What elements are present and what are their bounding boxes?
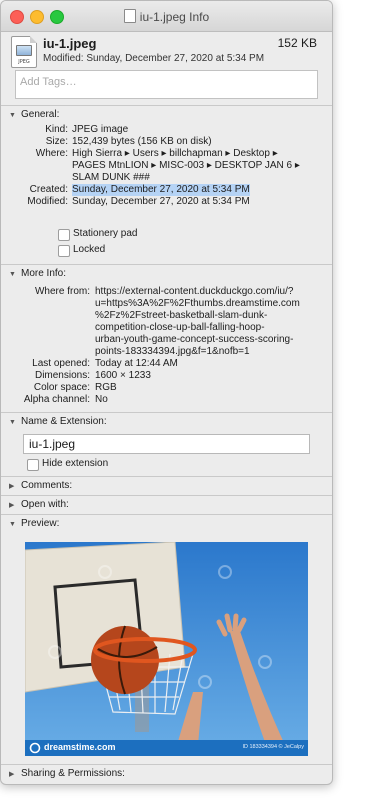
file-size: 152 KB	[277, 36, 317, 50]
preview-section: ▼ Preview:	[1, 514, 332, 533]
where-from-line: u=https%3A%2F%2Fthumbs.dreamstime.com	[95, 298, 300, 309]
locked-option[interactable]: Locked	[1, 242, 332, 258]
where-from-line: urban-youth-game-concept-success-scoring…	[95, 334, 294, 345]
dimensions-row: Dimensions: 1600 × 1233	[1, 370, 332, 382]
file-name-field[interactable]: iu-1.jpeg	[23, 434, 310, 454]
size-row: Size: 152,439 bytes (156 KB on disk)	[1, 136, 332, 148]
file-name: iu-1.jpeg	[43, 36, 97, 51]
disclosure-triangle-down-icon: ▼	[9, 271, 16, 278]
where-from-row-4: competition-close-up-ball-falling-hoop-	[1, 322, 332, 334]
more-info-section: ▼ More Info: Where from: https://external…	[1, 264, 332, 412]
comments-disclosure[interactable]: ▶ Comments:	[1, 477, 332, 495]
kind-row: Kind: JPEG image	[1, 124, 332, 136]
sharing-section: ▶ Sharing & Permissions:	[1, 764, 332, 784]
modified-label: Modified:	[27, 196, 68, 207]
disclosure-triangle-down-icon: ▼	[9, 521, 16, 528]
where-from-line: competition-close-up-ball-falling-hoop-	[95, 322, 265, 333]
where-from-line: https://external-content.duckduckgo.com/…	[95, 286, 294, 297]
hide-extension-label: Hide extension	[42, 458, 109, 469]
locked-label: Locked	[73, 244, 106, 255]
hide-extension-checkbox[interactable]	[27, 459, 39, 471]
size-value: 152,439 bytes (156 KB on disk)	[72, 136, 212, 147]
stationery-pad-option[interactable]: Stationery pad	[1, 226, 332, 242]
created-label: Created:	[29, 184, 68, 195]
title-bar[interactable]: iu-1.jpeg Info	[1, 1, 332, 32]
where-line: PAGES MtnLION ▸ MISC-003 ▸ DESKTOP JAN 6…	[72, 160, 300, 171]
where-from-row-6: points-183334394.jpg&f=1&nofb=1	[1, 346, 332, 358]
where-from-label: Where from:	[34, 286, 90, 297]
info-window: iu-1.jpeg Info JPEG iu-1.jpeg 152 KB Mod…	[0, 0, 333, 785]
where-row-2: PAGES MtnLION ▸ MISC-003 ▸ DESKTOP JAN 6…	[1, 160, 332, 172]
kind-value: JPEG image	[72, 124, 129, 135]
size-label: Size:	[45, 136, 68, 147]
dimensions-value: 1600 × 1233	[95, 370, 151, 381]
kind-label: Kind:	[45, 124, 68, 135]
file-header: JPEG iu-1.jpeg 152 KB Modified: Sunday, …	[1, 32, 332, 68]
general-disclosure[interactable]: ▼ General:	[1, 106, 332, 124]
jpeg-file-icon: JPEG	[11, 36, 37, 68]
open-with-title: Open with:	[21, 499, 69, 510]
comments-section: ▶ Comments:	[1, 476, 332, 495]
where-from-row-3: %2Fz%2Fstreet-basketball-slam-dunk-	[1, 310, 332, 322]
more-info-title: More Info:	[21, 268, 67, 279]
sharing-title: Sharing & Permissions:	[21, 768, 125, 779]
document-icon	[123, 9, 136, 23]
alpha-label: Alpha channel:	[23, 394, 90, 405]
where-from-row-5: urban-youth-game-concept-success-scoring…	[1, 334, 332, 346]
last-opened-value: Today at 12:44 AM	[95, 358, 178, 369]
window-title-text: iu-1.jpeg Info	[139, 10, 210, 24]
locked-checkbox[interactable]	[58, 245, 70, 257]
color-space-row: Color space: RGB	[1, 382, 332, 394]
color-space-label: Color space:	[33, 382, 90, 393]
dimensions-label: Dimensions:	[34, 370, 90, 381]
general-title: General:	[21, 109, 60, 120]
color-space-value: RGB	[95, 382, 117, 393]
where-row: Where: High Sierra ▸ Users ▸ billchapman…	[1, 148, 332, 160]
stationery-pad-label: Stationery pad	[73, 228, 138, 239]
created-row: Created: Sunday, December 27, 2020 at 5:…	[1, 184, 332, 196]
where-label: Where:	[35, 148, 68, 159]
preview-image: dreamstime.com ID 183334394 © JeCalpy	[25, 542, 308, 756]
alpha-value: No	[95, 394, 108, 405]
disclosure-triangle-right-icon: ▶	[9, 771, 15, 778]
window-title: iu-1.jpeg Info	[1, 9, 332, 24]
open-with-section: ▶ Open with:	[1, 495, 332, 514]
watermark-brand: dreamstime.com	[44, 742, 116, 752]
where-row-3: SLAM DUNK ###	[1, 172, 332, 184]
name-extension-disclosure[interactable]: ▼ Name & Extension:	[1, 413, 332, 431]
where-line: SLAM DUNK ###	[72, 172, 150, 183]
preview-title: Preview:	[21, 518, 60, 529]
where-from-line: points-183334394.jpg&f=1&nofb=1	[95, 346, 250, 357]
name-extension-title: Name & Extension:	[21, 416, 107, 427]
where-from-row-2: u=https%3A%2F%2Fthumbs.dreamstime.com	[1, 298, 332, 310]
general-section: ▼ General: Kind: JPEG image Size: 152,439…	[1, 105, 332, 264]
where-line: High Sierra ▸ Users ▸ billchapman ▸ Desk…	[72, 148, 278, 159]
disclosure-triangle-down-icon: ▼	[9, 112, 16, 119]
hide-extension-option[interactable]: Hide extension	[1, 456, 332, 472]
alpha-row: Alpha channel: No	[1, 394, 332, 406]
basketball-hoop-image	[25, 542, 308, 756]
file-icon-ext: JPEG	[18, 59, 30, 65]
modified-row: Modified: Sunday, December 27, 2020 at 5…	[1, 196, 332, 208]
created-value[interactable]: Sunday, December 27, 2020 at 5:34 PM	[72, 184, 250, 196]
disclosure-triangle-right-icon: ▶	[9, 483, 15, 490]
disclosure-triangle-right-icon: ▶	[9, 502, 15, 509]
last-opened-label: Last opened:	[32, 358, 90, 369]
sharing-disclosure[interactable]: ▶ Sharing & Permissions:	[1, 765, 332, 783]
disclosure-triangle-down-icon: ▼	[9, 419, 16, 426]
where-from-line: %2Fz%2Fstreet-basketball-slam-dunk-	[95, 310, 268, 321]
preview-disclosure[interactable]: ▼ Preview:	[1, 515, 332, 533]
stationery-pad-checkbox[interactable]	[58, 229, 70, 241]
where-from-row: Where from: https://external-content.duc…	[1, 286, 332, 298]
name-extension-section: ▼ Name & Extension: iu-1.jpeg Hide extens…	[1, 412, 332, 476]
open-with-disclosure[interactable]: ▶ Open with:	[1, 496, 332, 514]
file-modified: Modified: Sunday, December 27, 2020 at 5…	[43, 53, 265, 64]
tags-placeholder: Add Tags…	[20, 76, 77, 88]
watermark-id: ID 183334394 © JeCalpy	[242, 744, 304, 750]
modified-value: Sunday, December 27, 2020 at 5:34 PM	[72, 196, 250, 207]
comments-title: Comments:	[21, 480, 73, 491]
last-opened-row: Last opened: Today at 12:44 AM	[1, 358, 332, 370]
more-info-disclosure[interactable]: ▼ More Info:	[1, 265, 332, 283]
tags-field[interactable]: Add Tags…	[15, 70, 318, 99]
